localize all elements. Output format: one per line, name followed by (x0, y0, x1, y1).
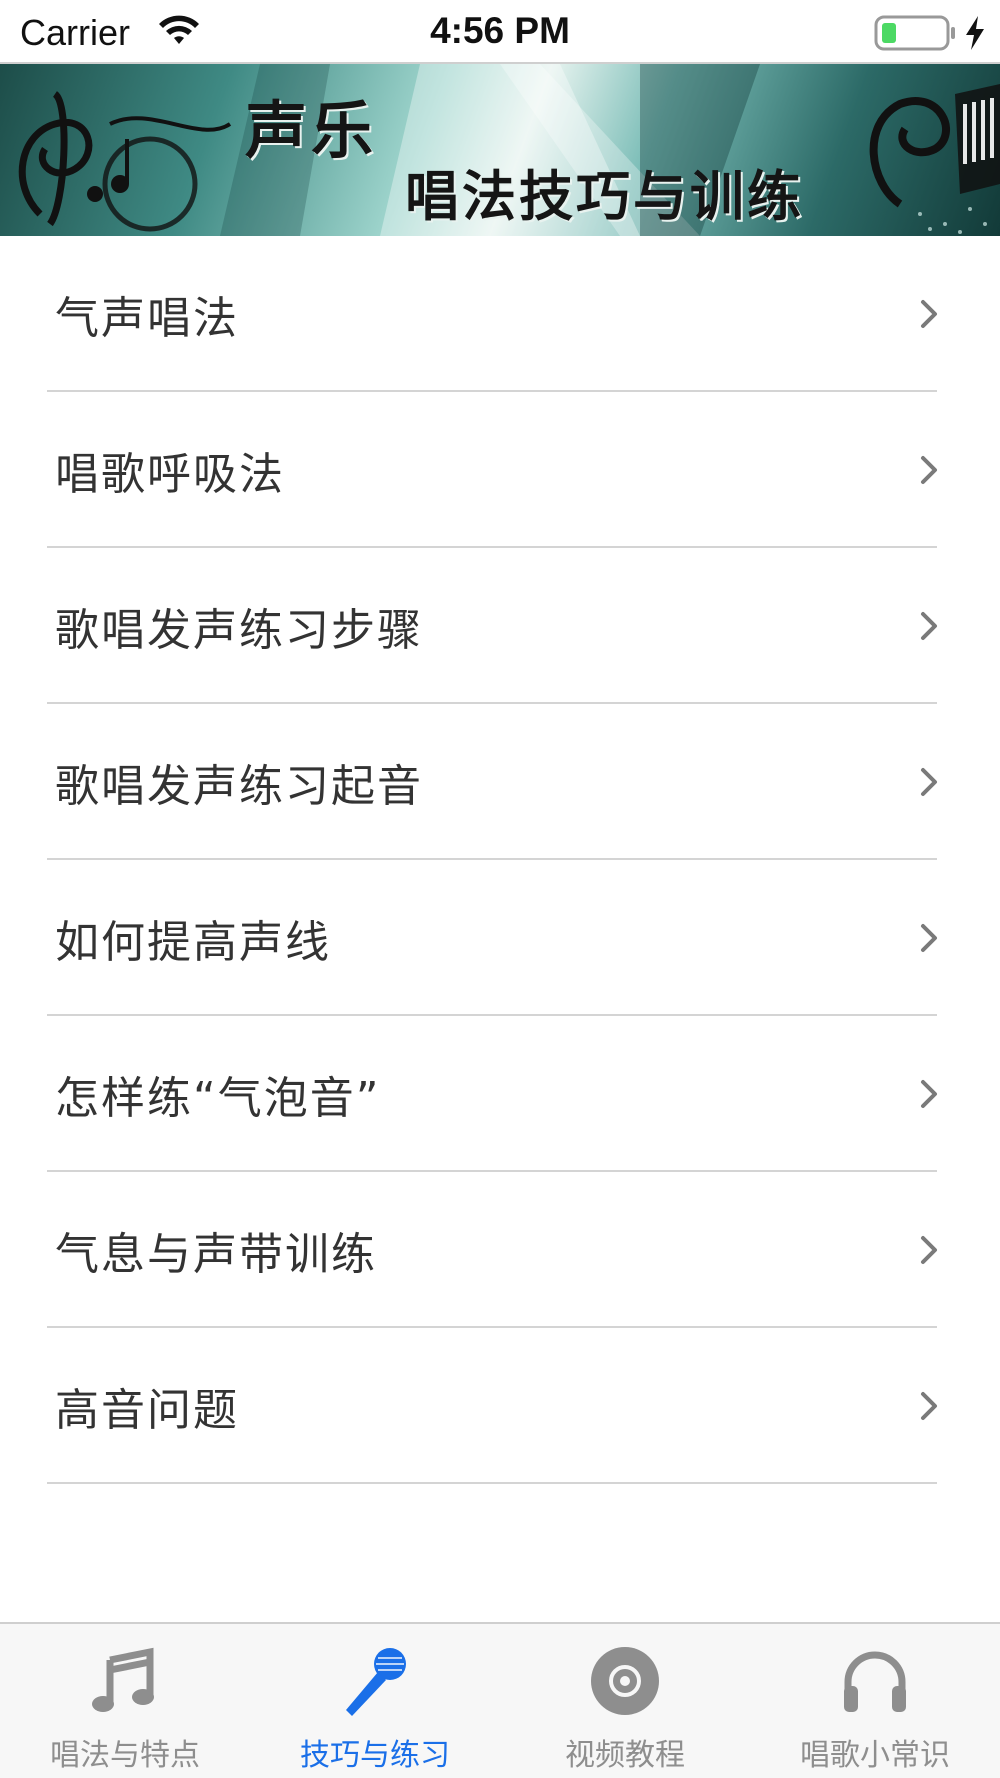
chevron-right-icon (921, 456, 937, 484)
tab-label: 技巧与练习 (300, 1738, 450, 1773)
disc-icon (591, 1647, 659, 1715)
app-screen: Carrier 4:56 PM 声乐 唱法技巧与训练 气声唱法 唱歌呼吸法 歌唱… (0, 0, 1000, 1778)
battery-icon (874, 15, 955, 51)
tab-bar: 唱法与特点 技巧与练习 视频教程 唱歌小常识 (0, 1622, 1000, 1778)
list-item[interactable]: 歌唱发声练习步骤 (0, 548, 1000, 704)
chevron-right-icon (921, 612, 937, 640)
banner-title-line2: 唱法技巧与训练 (405, 164, 804, 228)
tab-label: 视频教程 (565, 1738, 685, 1773)
list-item-label: 唱歌呼吸法 (55, 449, 285, 500)
topic-list: 气声唱法 唱歌呼吸法 歌唱发声练习步骤 歌唱发声练习起音 如何提高声线 怎样练“… (0, 236, 1000, 1484)
microphone-icon (346, 1648, 406, 1716)
list-item-label: 高音问题 (55, 1385, 239, 1436)
list-item-label: 歌唱发声练习起音 (55, 761, 423, 812)
list-item[interactable]: 气息与声带训练 (0, 1172, 1000, 1328)
status-bar: Carrier 4:56 PM (0, 0, 1000, 64)
list-item-label: 气声唱法 (55, 293, 239, 344)
list-item[interactable]: 歌唱发声练习起音 (0, 704, 1000, 860)
tab-techniques[interactable]: 技巧与练习 (250, 1624, 500, 1778)
charging-bolt-icon (966, 16, 984, 50)
music-note-icon (92, 1647, 154, 1712)
list-item[interactable]: 唱歌呼吸法 (0, 392, 1000, 548)
divider (47, 1482, 937, 1484)
list-item-label: 气息与声带训练 (55, 1229, 377, 1280)
header-banner: 声乐 唱法技巧与训练 (0, 64, 1000, 236)
tab-label: 唱法与特点 (50, 1738, 200, 1773)
tab-video-tutorials[interactable]: 视频教程 (500, 1624, 750, 1778)
chevron-right-icon (921, 1080, 937, 1108)
list-item[interactable]: 怎样练“气泡音” (0, 1016, 1000, 1172)
list-item-label: 怎样练“气泡音” (55, 1073, 381, 1124)
list-item[interactable]: 气声唱法 (0, 236, 1000, 392)
chevron-right-icon (921, 1392, 937, 1420)
clock-time: 4:56 PM (430, 10, 570, 51)
list-item[interactable]: 高音问题 (0, 1328, 1000, 1484)
list-item-label: 歌唱发声练习步骤 (55, 605, 423, 656)
banner-title-line1: 声乐 (245, 94, 378, 167)
headphones-icon (844, 1651, 906, 1712)
list-item[interactable]: 如何提高声线 (0, 860, 1000, 1016)
tab-singing-styles[interactable]: 唱法与特点 (0, 1624, 250, 1778)
list-item-label: 如何提高声线 (55, 917, 331, 968)
chevron-right-icon (921, 1236, 937, 1264)
chevron-right-icon (921, 924, 937, 952)
chevron-right-icon (921, 768, 937, 796)
chevron-right-icon (921, 300, 937, 328)
tab-singing-tips[interactable]: 唱歌小常识 (750, 1624, 1000, 1778)
tab-label: 唱歌小常识 (800, 1738, 950, 1773)
